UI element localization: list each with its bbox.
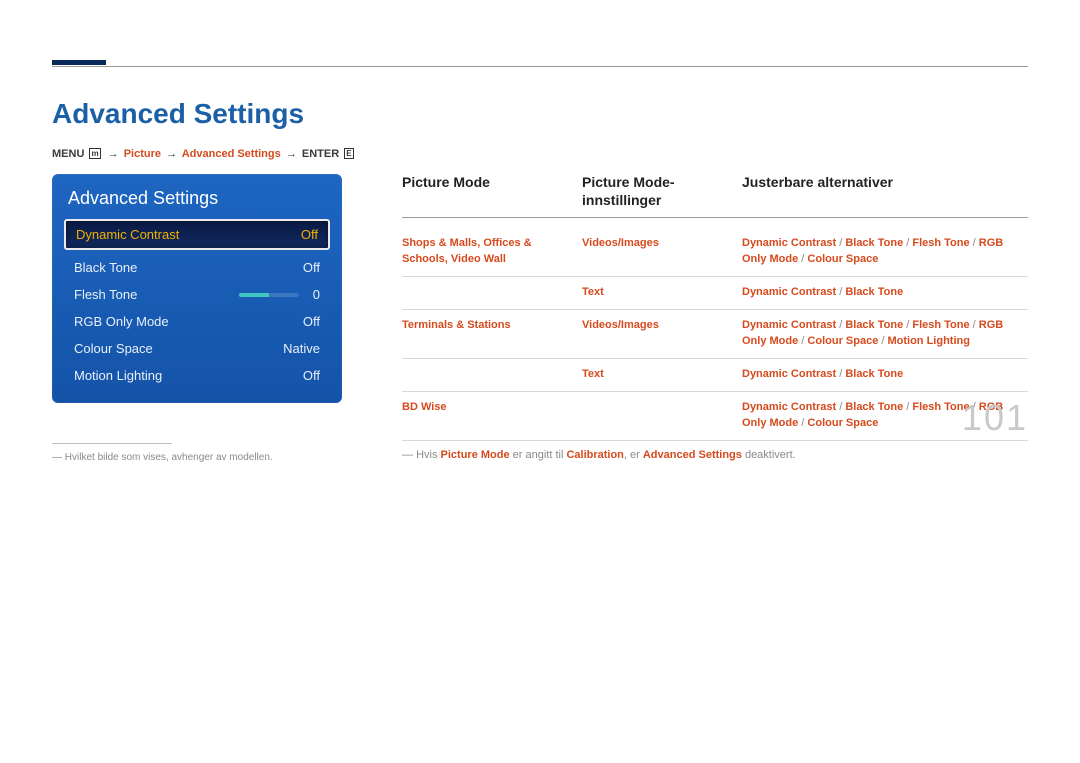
cell-mode-settings: Text [582,367,732,383]
cell-options: Dynamic Contrast / Black Tone / Flesh To… [742,318,1028,350]
options-table: Picture Mode Picture Mode-innstillinger … [402,174,1028,441]
table-row: Text Dynamic Contrast / Black Tone [402,277,1028,310]
cell-mode-settings: Videos/Images [582,236,732,268]
osd-row-motion-lighting[interactable]: Motion Lighting Off [64,362,330,389]
content-row: Advanced Settings Dynamic ContrastOffBla… [52,174,1028,463]
osd-row-flesh-tone[interactable]: Flesh Tone 0 [64,281,330,308]
osd-row-value: Off [303,314,320,329]
slider[interactable] [239,293,299,297]
right-column: Picture Mode Picture Mode-innstillinger … [402,174,1028,461]
breadcrumb-enter-label: ENTER [302,148,339,160]
cell-options: Dynamic Contrast / Black Tone / Flesh To… [742,236,1028,268]
header-accent [52,60,106,65]
footnote: Hvilket bilde som vises, avhenger av mod… [52,452,342,463]
table-row: BD WiseDynamic Contrast / Black Tone / F… [402,392,1028,441]
table-row: Terminals & Stations Videos/Images Dynamic… [402,310,1028,359]
table-header: Picture Mode Picture Mode-innstillinger … [402,174,1028,218]
page-number: 101 [962,397,1028,439]
osd-row-value: Native [283,341,320,356]
cell-options: Dynamic Contrast / Black Tone [742,367,1028,383]
breadcrumb-item: Advanced Settings [182,148,281,160]
table-row: Shops & Malls, Offices & Schools, Video … [402,228,1028,277]
osd-row-value: Off [303,368,320,383]
osd-row-label: RGB Only Mode [74,314,169,329]
cell-picture-mode: Shops & Malls, Offices & Schools, Video … [402,236,572,268]
page-title: Advanced Settings [52,98,1028,130]
osd-row-colour-space[interactable]: Colour Space Native [64,335,330,362]
table-row: Text Dynamic Contrast / Black Tone [402,359,1028,392]
breadcrumb-item: Picture [124,148,161,160]
arrow-icon: → [284,148,299,160]
cell-picture-mode: Terminals & Stations [402,318,572,350]
osd-row-label: Flesh Tone [74,287,137,302]
table-note: Hvis Picture Mode er angitt til Calibrat… [402,441,1028,461]
cell-picture-mode: BD Wise [402,400,572,432]
osd-panel: Advanced Settings Dynamic ContrastOffBla… [52,174,342,403]
breadcrumb: MENU m → Picture → Advanced Settings → E… [52,148,1028,160]
header-rule [52,66,1028,67]
osd-row-black-tone[interactable]: Black Tone Off [64,254,330,281]
cell-mode-settings: Videos/Images [582,318,732,350]
cell-picture-mode [402,285,572,301]
col-header: Picture Mode [402,174,572,209]
osd-row-value: Off [301,227,318,242]
osd-row-label: Motion Lighting [74,368,162,383]
page: Advanced Settings MENU m → Picture → Adv… [0,0,1080,463]
cell-picture-mode [402,367,572,383]
col-header: Justerbare alternativer [742,174,1028,209]
cell-options: Dynamic Contrast / Black Tone [742,285,1028,301]
col-header: Picture Mode-innstillinger [582,174,732,209]
osd-row-value: 0 [313,287,320,302]
breadcrumb-menu-label: MENU [52,148,84,160]
osd-row-label: Black Tone [74,260,137,275]
osd-title: Advanced Settings [64,184,330,219]
osd-row-value: Off [303,260,320,275]
osd-row-label: Colour Space [74,341,153,356]
cell-mode-settings: Text [582,285,732,301]
osd-row-dynamic-contrast[interactable]: Dynamic Contrast Off [64,219,330,250]
arrow-icon: → [164,148,179,160]
left-column: Advanced Settings Dynamic ContrastOffBla… [52,174,342,463]
osd-row-label: Dynamic Contrast [76,227,179,242]
osd-row-rgb-only-mode[interactable]: RGB Only Mode Off [64,308,330,335]
menu-icon: m [89,148,100,159]
enter-icon: E [344,148,353,159]
footnote-rule [52,443,172,444]
cell-mode-settings [582,400,732,432]
arrow-icon: → [106,148,121,160]
